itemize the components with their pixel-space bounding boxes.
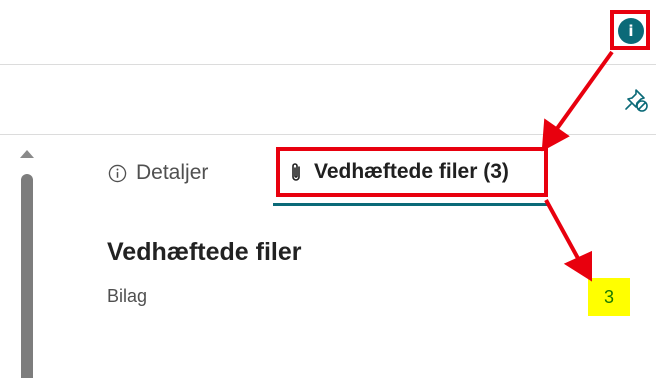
arrow-to-tab-head <box>541 118 570 152</box>
arrow-to-count-line <box>544 199 582 263</box>
tab-attachments[interactable]: Vedhæftede filer (3) <box>276 147 548 197</box>
paperclip-icon <box>292 163 300 181</box>
tab-details-label: Detaljer <box>136 161 209 184</box>
divider-toolbar <box>0 134 656 135</box>
active-tab-indicator <box>273 203 549 206</box>
scroll-up-arrow[interactable] <box>20 150 34 158</box>
attachment-count[interactable]: 3 <box>588 278 630 316</box>
info-button-highlight <box>610 10 650 50</box>
pin-off-icon[interactable] <box>622 86 650 114</box>
attachment-row-label: Bilag <box>107 286 148 306</box>
scrollbar-thumb[interactable] <box>21 174 33 378</box>
factbox-pane: i Detaljer Vedhæftede filer (3) Vedhæfte… <box>0 0 656 378</box>
divider-top <box>0 64 656 65</box>
arrow-to-count-head <box>563 250 592 282</box>
info-outline-icon <box>108 164 127 182</box>
tab-attachments-label: Vedhæftede filer (3) <box>314 160 509 183</box>
attachments-title: Vedhæftede filer <box>107 238 302 266</box>
tab-details[interactable]: Detaljer <box>108 158 208 188</box>
